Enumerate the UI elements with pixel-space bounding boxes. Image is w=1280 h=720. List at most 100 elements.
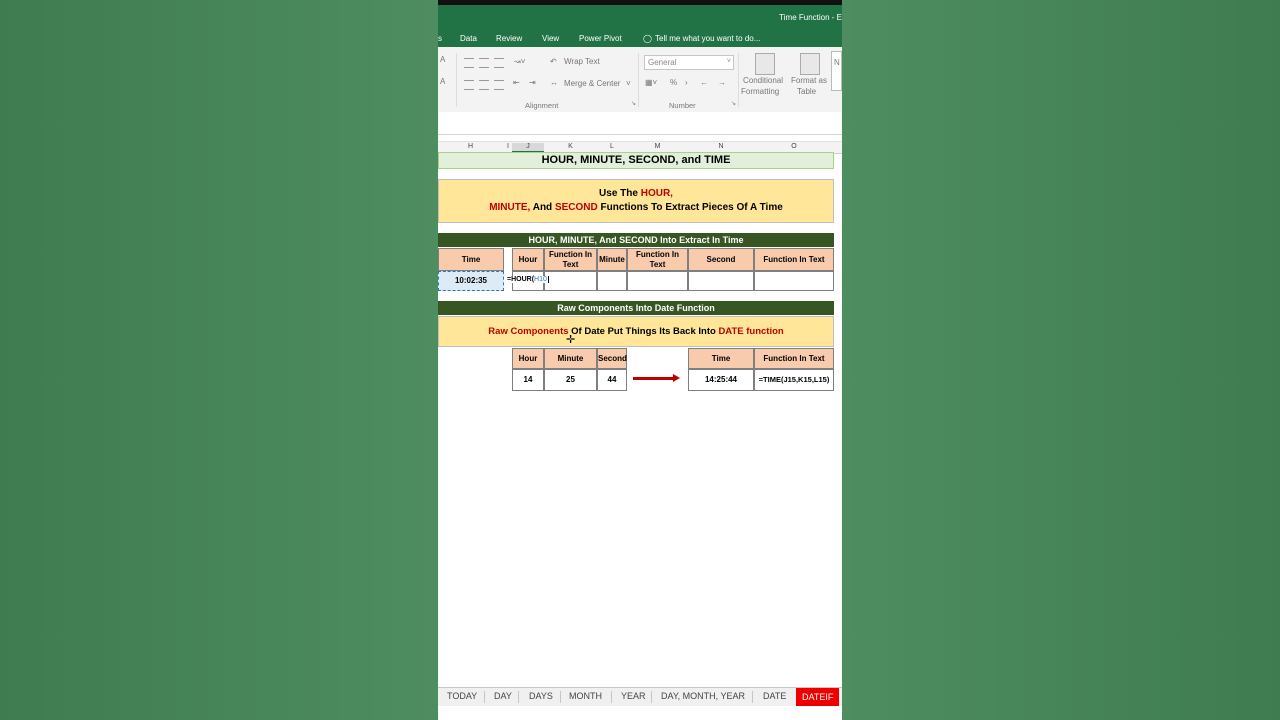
merge-center-icon[interactable]: ↔	[550, 78, 558, 87]
alignment-launcher-icon[interactable]: ↘	[631, 100, 636, 107]
merge-center-button[interactable]: Merge & Center	[564, 79, 620, 88]
header2-second[interactable]: Second	[597, 348, 627, 369]
align-right-icon[interactable]	[494, 80, 504, 90]
header2-hour[interactable]: Hour	[512, 348, 544, 369]
format-as-table-icon[interactable]	[800, 53, 820, 75]
column-header-n[interactable]: N	[688, 143, 754, 150]
formula-in-cell[interactable]: =HOUR(H10	[506, 276, 550, 283]
header-label: Function In	[635, 250, 680, 259]
banner-raw-keyword: Raw Components	[488, 326, 569, 337]
sheet-tab-dateif[interactable]: DATEIF	[796, 688, 840, 706]
tab-review[interactable]: Review	[496, 34, 522, 43]
cell-fn-3[interactable]	[754, 271, 834, 291]
number-launcher-icon[interactable]: ↘	[731, 100, 736, 107]
section-raw-components-title[interactable]: Raw Components Into Date Function	[438, 301, 834, 315]
cell-time-value[interactable]: 10:02:35	[438, 271, 504, 291]
cell-minute-25[interactable]: 25	[544, 369, 597, 391]
format-as-table-label-1[interactable]: Format as	[791, 76, 827, 85]
increase-indent-icon[interactable]: ⇥	[529, 78, 536, 87]
header-label: Text	[649, 260, 666, 269]
column-header-o[interactable]: O	[754, 143, 834, 150]
percent-style-button[interactable]: %	[670, 78, 677, 87]
accounting-format-icon[interactable]: ▦˅	[645, 78, 657, 87]
cell-styles-gallery[interactable]: N	[831, 51, 842, 91]
column-header-i[interactable]: I	[504, 143, 512, 150]
comma-style-icon[interactable]: ›	[685, 78, 688, 87]
tab-data[interactable]: Data	[460, 34, 477, 43]
tell-me-search[interactable]: Tell me what you want to do...	[655, 34, 760, 43]
sheet-tab-month[interactable]: MONTH	[569, 691, 602, 701]
merge-dropdown-icon[interactable]: ˅	[626, 79, 631, 88]
main-title[interactable]: HOUR, MINUTE, SECOND, and TIME	[438, 152, 834, 169]
header-function-in-text-1[interactable]: Function In Text	[544, 248, 597, 271]
increase-decimal-icon[interactable]: ←	[700, 78, 708, 87]
header2-time[interactable]: Time	[688, 348, 754, 369]
column-header-k[interactable]: K	[544, 143, 597, 150]
formula-bar[interactable]	[438, 112, 842, 135]
sheet-tab-day-month-year[interactable]: DAY, MONTH, YEAR	[661, 691, 745, 701]
banner-text: Use The	[599, 188, 641, 199]
sheet-tab-year[interactable]: YEAR	[621, 691, 646, 701]
banner-raw-components[interactable]: Raw Components Of Date Put Things Its Ba…	[438, 316, 834, 347]
banner-second-keyword: SECOND	[554, 202, 598, 213]
background-right	[842, 0, 1280, 720]
font-size-up-icon[interactable]: A	[440, 55, 445, 64]
header-time[interactable]: Time	[438, 248, 504, 271]
align-center-icon[interactable]	[479, 80, 489, 90]
sheet-tab-today[interactable]: TODAY	[447, 691, 477, 701]
header-second[interactable]: Second	[688, 248, 754, 271]
number-group-label: Number	[669, 101, 696, 110]
tab-power-pivot[interactable]: Power Pivot	[579, 34, 622, 43]
tab-view[interactable]: View	[542, 34, 559, 43]
tab-home-partial[interactable]: s	[438, 34, 442, 43]
cell-second-44[interactable]: 44	[597, 369, 627, 391]
arrowhead-icon	[673, 374, 680, 382]
group-separator	[638, 53, 639, 107]
conditional-formatting-label-2[interactable]: Formatting	[741, 87, 779, 96]
red-arrow-icon	[633, 377, 675, 380]
group-separator	[738, 53, 739, 107]
cell-hour-14[interactable]: 14	[512, 369, 544, 391]
cell-time-formula[interactable]: =TIME(J15,K15,L15)	[754, 369, 834, 391]
align-middle-icon[interactable]	[479, 58, 489, 68]
number-format-select[interactable]: General ˅	[644, 55, 734, 70]
section-extract-title[interactable]: HOUR, MINUTE, And SECOND Into Extract In…	[438, 233, 834, 247]
wrap-text-icon[interactable]: ↶	[550, 57, 557, 66]
cell-second[interactable]	[688, 271, 754, 291]
decrease-decimal-icon[interactable]: →	[718, 78, 726, 87]
align-bottom-icon[interactable]	[494, 58, 504, 68]
banner-text: Of Date Put Things Its Back Into	[568, 326, 719, 337]
header-minute[interactable]: Minute	[597, 248, 627, 271]
orientation-icon[interactable]: ↝˅	[514, 57, 525, 66]
header-function-in-text-3[interactable]: Function In Text	[754, 248, 834, 271]
column-header-l[interactable]: L	[597, 143, 627, 150]
sheet-tab-days[interactable]: DAYS	[529, 691, 553, 701]
decrease-indent-icon[interactable]: ⇤	[513, 78, 520, 87]
header-function-in-text-2[interactable]: Function In Text	[627, 248, 688, 271]
sheet-tab-day[interactable]: DAY	[494, 691, 512, 701]
banner-text: Functions To Extract Pieces Of A Time	[597, 202, 783, 213]
formula-function: =HOUR(	[507, 276, 535, 283]
cell-minute[interactable]	[597, 271, 627, 291]
sheet-tab-date[interactable]: DATE	[763, 691, 786, 701]
background-left	[0, 0, 438, 720]
align-left-icon[interactable]	[464, 80, 474, 90]
tab-separator	[518, 691, 519, 703]
format-as-table-label-2[interactable]: Table	[797, 87, 816, 96]
conditional-formatting-label-1[interactable]: Conditional	[743, 76, 783, 85]
wrap-text-button[interactable]: Wrap Text	[564, 57, 600, 66]
conditional-formatting-icon[interactable]	[755, 53, 775, 75]
banner-line-1: Use The HOUR,	[439, 187, 833, 201]
header2-minute[interactable]: Minute	[544, 348, 597, 369]
banner-hour-minute-second[interactable]: Use The HOUR, MINUTE, And SECOND Functio…	[438, 179, 834, 223]
cell-fn-1[interactable]	[544, 271, 597, 291]
align-top-icon[interactable]	[464, 58, 474, 68]
sheet-tab-bar: TODAY DAY DAYS MONTH YEAR DAY, MONTH, YE…	[438, 687, 842, 706]
header2-function-in-text[interactable]: Function In Text	[754, 348, 834, 369]
column-header-h[interactable]: H	[438, 143, 503, 150]
cell-fn-2[interactable]	[627, 271, 688, 291]
font-color-icon[interactable]: A	[440, 77, 445, 86]
column-header-m[interactable]: M	[627, 143, 688, 150]
cell-time-result[interactable]: 14:25:44	[688, 369, 754, 391]
header-hour[interactable]: Hour	[512, 248, 544, 271]
